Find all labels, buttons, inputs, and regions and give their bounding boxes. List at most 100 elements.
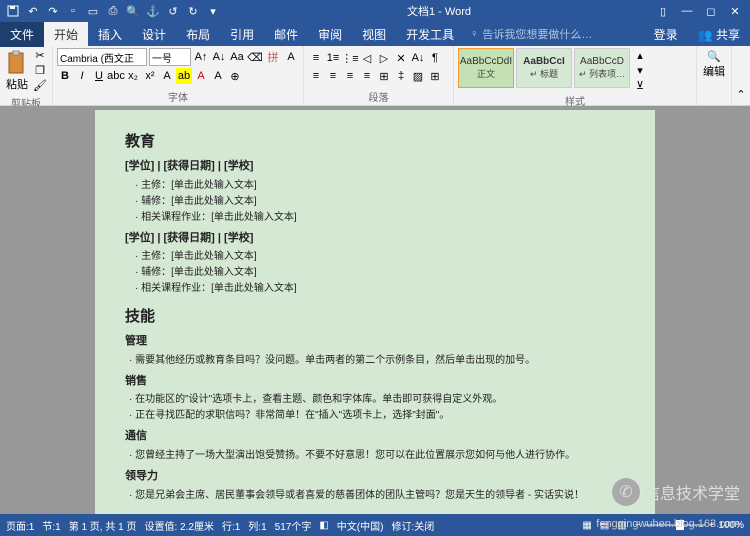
edu-related-1[interactable]: · 相关课程作业：[单击此处输入文本] <box>135 210 625 226</box>
edu-minor-1[interactable]: · 辅修：[单击此处输入文本] <box>135 194 625 210</box>
minimize-icon[interactable]: — <box>676 2 698 20</box>
char-border-icon[interactable]: A <box>283 49 299 65</box>
sort-icon[interactable]: A↓ <box>410 50 426 66</box>
increase-indent-icon[interactable]: ▷ <box>376 50 392 66</box>
undo2-icon[interactable]: ↺ <box>164 2 182 20</box>
char-shading-icon[interactable]: A <box>210 68 226 84</box>
text-effects-icon[interactable]: A <box>159 68 175 84</box>
font-color-icon[interactable]: A <box>193 68 209 84</box>
qat-dropdown-icon[interactable]: ▾ <box>204 2 222 20</box>
tab-insert[interactable]: 插入 <box>88 22 132 47</box>
clear-format-icon[interactable]: ⌫ <box>247 49 263 65</box>
skill-lead-text[interactable]: · 您是兄弟会主席、居民董事会领导或者喜爱的慈善团体的团队主管吗？您是天生的领导… <box>129 488 625 504</box>
justify-icon[interactable]: ≡ <box>359 68 375 84</box>
style-heading[interactable]: AaBbCcI ↵ 标题 <box>516 48 572 88</box>
font-name-select[interactable] <box>57 48 147 66</box>
line-spacing-icon[interactable]: ‡ <box>393 68 409 84</box>
tab-design[interactable]: 设计 <box>132 22 176 47</box>
status-pagecount[interactable]: 第 1 页, 共 1 页 <box>69 518 137 533</box>
paste-button[interactable]: 粘贴 <box>4 48 30 94</box>
bullets-icon[interactable]: ≡ <box>308 50 324 66</box>
status-page[interactable]: 页面:1 <box>6 518 34 533</box>
subscript-button[interactable]: x₂ <box>125 68 141 84</box>
close-icon[interactable]: ✕ <box>724 2 746 20</box>
zoom-thumb[interactable] <box>676 520 684 530</box>
shrink-font-icon[interactable]: A↓ <box>211 49 227 65</box>
signin-button[interactable]: 登录 <box>644 22 688 47</box>
editing-button[interactable]: 🔍 编辑 <box>701 48 727 81</box>
edu-major-2[interactable]: · 主修：[单击此处输入文本] <box>135 249 625 265</box>
copy-icon[interactable]: ❐ <box>32 63 48 77</box>
skill-comm-text[interactable]: · 您曾经主持了一场大型演出饱受赞扬。不要不好意思！您可以在此位置展示您如何与他… <box>129 448 625 464</box>
zoom-out-icon[interactable]: − <box>635 520 641 531</box>
maximize-icon[interactable]: ◻ <box>700 2 722 20</box>
show-marks-icon[interactable]: ¶ <box>427 50 443 66</box>
tab-view[interactable]: 视图 <box>352 22 396 47</box>
tab-developer[interactable]: 开发工具 <box>396 22 464 47</box>
status-position[interactable]: 设置值: 2.2厘米 <box>144 518 213 533</box>
preview-icon[interactable]: 🔍 <box>124 2 142 20</box>
print-icon[interactable]: ⎙ <box>104 2 122 20</box>
superscript-button[interactable]: x² <box>142 68 158 84</box>
skill-comm-title[interactable]: 通信 <box>125 428 625 446</box>
skill-mgmt-title[interactable]: 管理 <box>125 333 625 351</box>
style-normal[interactable]: AaBbCcDdI 正文 <box>458 48 514 88</box>
cut-icon[interactable]: ✂ <box>32 48 48 62</box>
underline-button[interactable]: U <box>91 68 107 84</box>
document-canvas[interactable]: 教育 [学位] | [获得日期] | [学校] · 主修：[单击此处输入文本] … <box>0 106 750 514</box>
view-web-icon[interactable]: ▥ <box>617 520 626 531</box>
heading-skills[interactable]: 技能 <box>125 305 625 329</box>
shading-icon[interactable]: ▨ <box>410 68 426 84</box>
font-size-select[interactable] <box>149 48 191 66</box>
align-left-icon[interactable]: ≡ <box>308 68 324 84</box>
skill-lead-title[interactable]: 领导力 <box>125 468 625 486</box>
edu-minor-2[interactable]: · 辅修：[单击此处输入文本] <box>135 265 625 281</box>
share-button[interactable]: 👥 共享 <box>688 22 750 47</box>
skill-mgmt-text[interactable]: · 需要其他经历或教育条目吗？没问题。单击两者的第二个示例条目，然后单击出现的加… <box>129 353 625 369</box>
tab-file[interactable]: 文件 <box>0 22 44 47</box>
zoom-value[interactable]: 100% <box>718 520 744 531</box>
collapse-ribbon-icon[interactable]: ⌃ <box>732 46 750 105</box>
redo2-icon[interactable]: ↻ <box>184 2 202 20</box>
change-case-icon[interactable]: Aa <box>229 49 245 65</box>
distributed-icon[interactable]: ⊞ <box>376 68 392 84</box>
tab-home[interactable]: 开始 <box>44 22 88 47</box>
edu-entry-2[interactable]: [学位] | [获得日期] | [学校] <box>125 230 625 248</box>
asian-layout-icon[interactable]: ✕ <box>393 50 409 66</box>
edu-related-2[interactable]: · 相关课程作业：[单击此处输入文本] <box>135 281 625 297</box>
format-painter-icon[interactable]: 🖌 <box>32 78 48 92</box>
heading-experience[interactable]: 经验 <box>125 512 625 514</box>
skill-sales-l2[interactable]: · 正在寻找匹配的求职信吗？非常简单！在"插入"选项卡上，选择"封面"。 <box>129 408 625 424</box>
style-list[interactable]: AaBbCcD ↵ 列表项… <box>574 48 630 88</box>
status-column[interactable]: 列:1 <box>248 518 266 533</box>
status-ime[interactable]: ◧ <box>319 520 328 531</box>
open-icon[interactable]: ▭ <box>84 2 102 20</box>
zoom-slider[interactable] <box>645 524 705 526</box>
numbering-icon[interactable]: 1≡ <box>325 50 341 66</box>
tab-layout[interactable]: 布局 <box>176 22 220 47</box>
skill-sales-l1[interactable]: · 在功能区的"设计"选项卡上，查看主题、颜色和字体库。单击即可获得自定义外观。 <box>129 392 625 408</box>
status-language[interactable]: 中文(中国) <box>337 518 384 533</box>
edu-entry-1[interactable]: [学位] | [获得日期] | [学校] <box>125 158 625 176</box>
zoom-in-icon[interactable]: + <box>709 520 715 531</box>
status-line[interactable]: 行:1 <box>222 518 240 533</box>
enclose-char-icon[interactable]: ⊕ <box>227 68 243 84</box>
tell-me-search[interactable]: ♀告诉我您想要做什么… <box>464 26 598 42</box>
view-read-icon[interactable]: ▤ <box>600 520 609 531</box>
borders-icon[interactable]: ⊞ <box>427 68 443 84</box>
page[interactable]: 教育 [学位] | [获得日期] | [学校] · 主修：[单击此处输入文本] … <box>95 110 655 514</box>
tab-references[interactable]: 引用 <box>220 22 264 47</box>
strikethrough-button[interactable]: abc <box>108 68 124 84</box>
save-icon[interactable] <box>4 2 22 20</box>
tab-review[interactable]: 审阅 <box>308 22 352 47</box>
grow-font-icon[interactable]: A↑ <box>193 49 209 65</box>
bold-button[interactable]: B <box>57 68 73 84</box>
undo-icon[interactable]: ↶ <box>24 2 42 20</box>
styles-down-icon[interactable]: ▾ <box>632 63 648 77</box>
skill-sales-title[interactable]: 销售 <box>125 373 625 391</box>
highlight-icon[interactable]: ab <box>176 68 192 84</box>
align-right-icon[interactable]: ≡ <box>342 68 358 84</box>
new-icon[interactable]: ▫ <box>64 2 82 20</box>
anchor-icon[interactable]: ⚓ <box>144 2 162 20</box>
styles-up-icon[interactable]: ▴ <box>632 48 648 62</box>
